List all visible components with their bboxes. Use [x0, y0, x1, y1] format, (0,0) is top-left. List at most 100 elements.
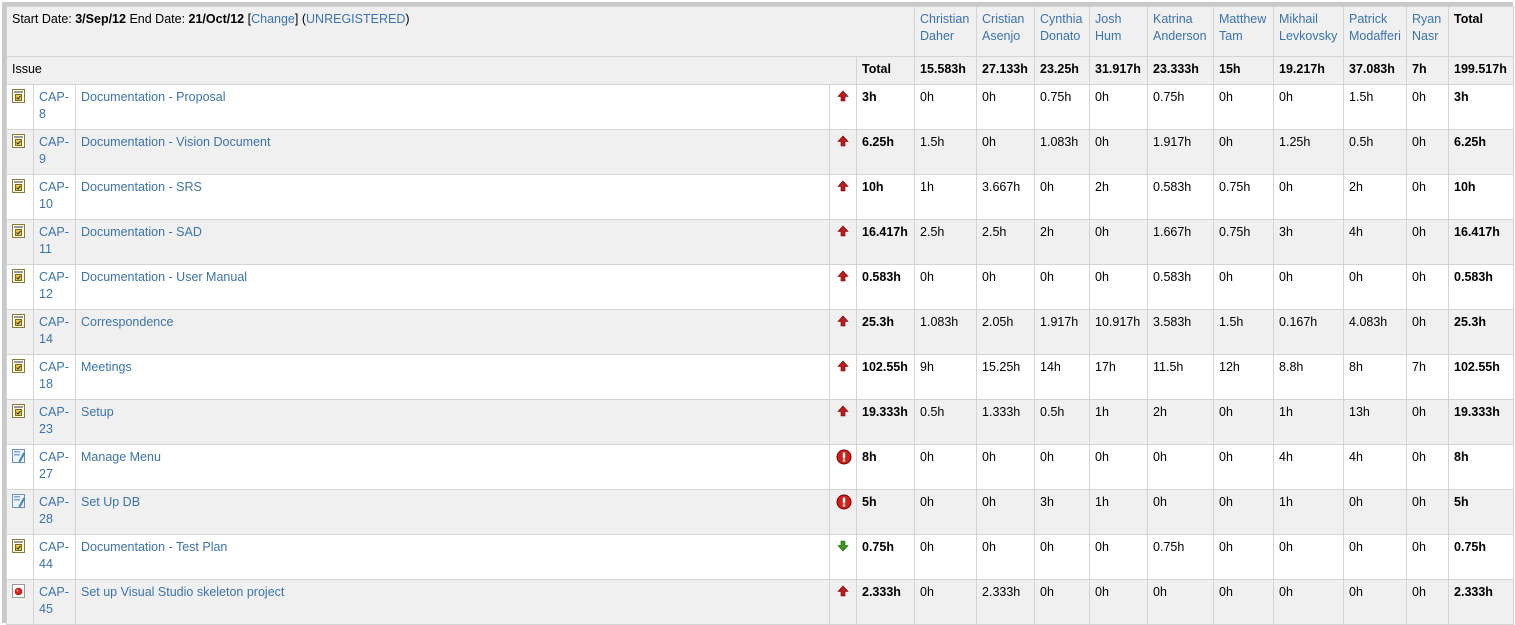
person-first-name[interactable]: Patrick — [1349, 12, 1387, 26]
person-first-name[interactable]: Katrina — [1153, 12, 1193, 26]
issue-summary-cell[interactable]: Documentation - SAD — [75, 219, 830, 265]
person-last-name[interactable]: Asenjo — [982, 29, 1020, 43]
issue-summary-cell[interactable]: Documentation - Test Plan — [75, 534, 830, 580]
hours-cell: 0h — [1406, 174, 1450, 220]
issue-key-cell[interactable]: CAP- 12 — [33, 264, 76, 310]
issue-key-link[interactable]: CAP- 28 — [39, 495, 69, 526]
person-header-patrick-modafferi[interactable]: Patrick Modafferi — [1343, 6, 1408, 57]
issue-summary-link[interactable]: Documentation - SAD — [81, 225, 202, 239]
issue-key-link[interactable]: CAP- 9 — [39, 135, 69, 166]
issue-key-link[interactable]: CAP- 27 — [39, 450, 69, 481]
issue-key-cell[interactable]: CAP- 27 — [33, 444, 76, 490]
person-first-name[interactable]: Cristian — [982, 12, 1024, 26]
issue-summary-link[interactable]: Correspondence — [81, 315, 173, 329]
person-header-cynthia-donato[interactable]: Cynthia Donato — [1034, 6, 1091, 57]
person-header-cristian-asenjo[interactable]: Cristian Asenjo — [976, 6, 1036, 57]
issue-key-link[interactable]: CAP- 8 — [39, 90, 69, 121]
hours-cell: 2h — [1343, 174, 1408, 220]
person-header-matthew-tam[interactable]: Matthew Tam — [1213, 6, 1275, 57]
person-first-name[interactable]: Josh — [1095, 12, 1121, 26]
table-row: CAP- 27 Manage Menu 8h 0h 0h 0h 0h 0h 0h 4h 4h 0h 8h — [6, 444, 1515, 490]
person-first-name[interactable]: Ryan — [1412, 12, 1441, 26]
issue-key-link[interactable]: CAP- 45 — [39, 585, 69, 616]
person-last-name[interactable]: Nasr — [1412, 29, 1438, 43]
person-header-ryan-nasr[interactable]: Ryan Nasr — [1406, 6, 1450, 57]
person-first-name[interactable]: Mikhail — [1279, 12, 1318, 26]
person-total: 15h — [1213, 56, 1275, 85]
issue-key-cell[interactable]: CAP- 8 — [33, 84, 76, 130]
person-last-name[interactable]: Anderson — [1153, 29, 1207, 43]
hours-cell: 0h — [1406, 129, 1450, 175]
header-row-names: Start Date: 3/Sep/12 End Date: 21/Oct/12… — [5, 6, 1515, 57]
issue-summary-link[interactable]: Documentation - Vision Document — [81, 135, 270, 149]
hours-cell: 0h — [976, 489, 1036, 535]
task-icon — [12, 134, 25, 148]
issue-summary-link[interactable]: Set up Visual Studio skeleton project — [81, 585, 284, 599]
issue-key-link[interactable]: CAP- 14 — [39, 315, 69, 346]
person-last-name[interactable]: Levkovsky — [1279, 29, 1337, 43]
person-last-name[interactable]: Modafferi — [1349, 29, 1401, 43]
hours-cell: 0h — [914, 444, 978, 490]
issue-summary-cell[interactable]: Manage Menu — [75, 444, 830, 490]
change-link[interactable]: Change — [251, 12, 295, 26]
hours-cell: 1.25h — [1273, 129, 1345, 175]
unregistered-bracket: (UNREGISTERED) — [301, 12, 410, 26]
issue-row-total: 2.333h — [1448, 579, 1515, 625]
issue-key-link[interactable]: CAP- 18 — [39, 360, 69, 391]
issue-summary-cell[interactable]: Set Up DB — [75, 489, 830, 535]
issue-key-cell[interactable]: CAP- 11 — [33, 219, 76, 265]
person-last-name[interactable]: Hum — [1095, 29, 1121, 43]
person-first-name[interactable]: Cynthia — [1040, 12, 1082, 26]
issue-key-cell[interactable]: CAP- 10 — [33, 174, 76, 220]
issue-summary-cell[interactable]: Correspondence — [75, 309, 830, 355]
issue-key-cell[interactable]: CAP- 23 — [33, 399, 76, 445]
person-last-name[interactable]: Tam — [1219, 29, 1243, 43]
issue-key-cell[interactable]: CAP- 14 — [33, 309, 76, 355]
issue-key-link[interactable]: CAP- 11 — [39, 225, 69, 256]
issue-total: 0.583h — [855, 264, 916, 310]
hours-cell: 14h — [1034, 354, 1091, 400]
hours-cell: 0.75h — [1147, 84, 1215, 130]
issue-summary-cell[interactable]: Documentation - Vision Document — [75, 129, 830, 175]
person-first-name[interactable]: Matthew — [1219, 12, 1266, 26]
person-last-name[interactable]: Daher — [920, 29, 954, 43]
hours-cell: 0h — [1089, 579, 1149, 625]
issue-key-link[interactable]: CAP- 10 — [39, 180, 69, 211]
issue-summary-cell[interactable]: Set up Visual Studio skeleton project — [75, 579, 830, 625]
issue-key-cell[interactable]: CAP- 45 — [33, 579, 76, 625]
person-header-katrina-anderson[interactable]: Katrina Anderson — [1147, 6, 1215, 57]
issue-summary-cell[interactable]: Documentation - SRS — [75, 174, 830, 220]
priority-cell — [829, 309, 857, 355]
unregistered-link[interactable]: UNREGISTERED — [306, 12, 405, 26]
person-last-name[interactable]: Donato — [1040, 29, 1080, 43]
issue-summary-link[interactable]: Set Up DB — [81, 495, 140, 509]
issue-key-link[interactable]: CAP- 23 — [39, 405, 69, 436]
hours-cell: 0.75h — [1147, 534, 1215, 580]
issue-summary-cell[interactable]: Setup — [75, 399, 830, 445]
person-first-name[interactable]: Christian — [920, 12, 969, 26]
issue-key-cell[interactable]: CAP- 28 — [33, 489, 76, 535]
issue-summary-link[interactable]: Setup — [81, 405, 114, 419]
issue-key-link[interactable]: CAP- 12 — [39, 270, 69, 301]
major-priority-icon — [836, 314, 850, 328]
feature-icon — [12, 494, 25, 508]
person-header-mikhail-levkovsky[interactable]: Mikhail Levkovsky — [1273, 6, 1345, 57]
issue-summary-link[interactable]: Meetings — [81, 360, 132, 374]
issue-summary-cell[interactable]: Meetings — [75, 354, 830, 400]
person-header-christian-daher[interactable]: Christian Daher — [914, 6, 978, 57]
issue-key-cell[interactable]: CAP- 9 — [33, 129, 76, 175]
issue-key-cell[interactable]: CAP- 44 — [33, 534, 76, 580]
start-date-label: Start Date: — [12, 12, 72, 26]
issue-summary-link[interactable]: Manage Menu — [81, 450, 161, 464]
issue-key-link[interactable]: CAP- 44 — [39, 540, 69, 571]
hours-cell: 0h — [914, 534, 978, 580]
issue-summary-link[interactable]: Documentation - SRS — [81, 180, 202, 194]
issue-key-cell[interactable]: CAP- 18 — [33, 354, 76, 400]
issue-summary-link[interactable]: Documentation - Proposal — [81, 90, 226, 104]
issue-summary-link[interactable]: Documentation - Test Plan — [81, 540, 227, 554]
blocker-priority-icon — [836, 494, 852, 510]
issue-summary-cell[interactable]: Documentation - User Manual — [75, 264, 830, 310]
issue-summary-link[interactable]: Documentation - User Manual — [81, 270, 247, 284]
person-header-josh-hum[interactable]: Josh Hum — [1089, 6, 1149, 57]
issue-summary-cell[interactable]: Documentation - Proposal — [75, 84, 830, 130]
